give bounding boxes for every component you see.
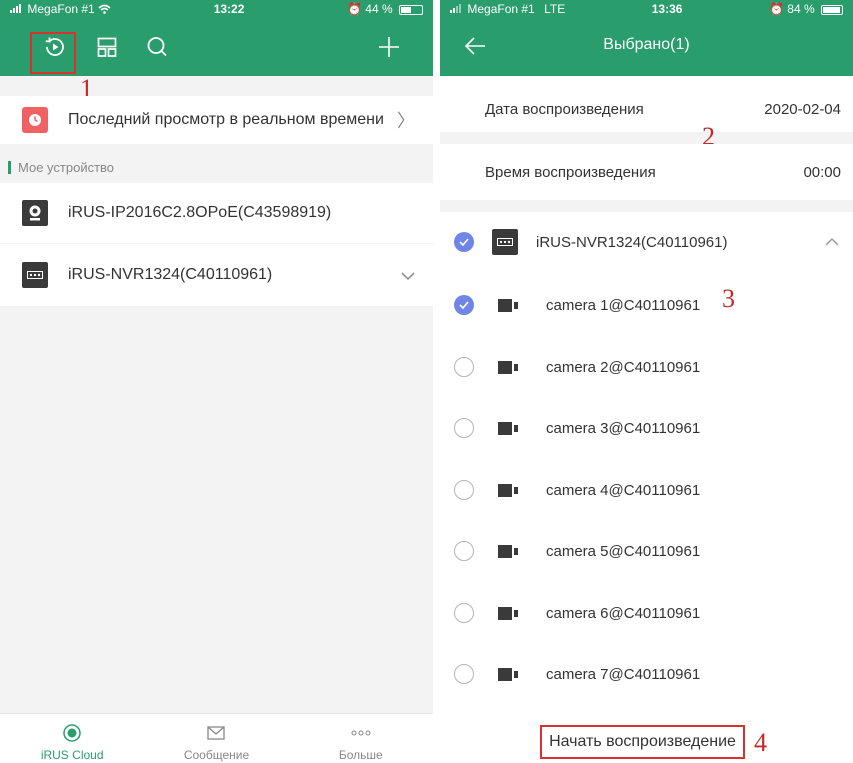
status-time: 13:22 [213,2,245,16]
battery-indicator: ⏰ 84 % [769,2,843,16]
right-header: MegaFon #1 LTE 13:36 ⏰ 84 % Выбрано(1) [440,0,853,76]
nvr-device-icon [22,262,48,288]
signal-icon [10,4,21,13]
carrier-label: MegaFon #1 [10,2,111,16]
right-status-bar: MegaFon #1 LTE 13:36 ⏰ 84 % [440,0,853,18]
start-playback-button[interactable]: Начать воспроизведение [540,725,745,759]
left-status-bar: MegaFon #1 13:22 ⏰ 44 % [0,0,433,18]
camera-row[interactable]: camera 6@C40110961 [440,584,853,642]
recent-live-view-row[interactable]: Последний просмотр в реальном времени 〉 [0,96,433,144]
more-icon [351,724,371,742]
status-time: 13:36 [651,2,683,16]
right-screen: MegaFon #1 LTE 13:36 ⏰ 84 % Выбрано(1) Д… [440,0,853,763]
tab-label: Сообщение [183,748,250,762]
camera-row[interactable]: camera 2@C40110961 [440,338,853,396]
playback-time-value: 00:00 [803,163,841,181]
device-name: iRUS-IP2016C2.8OPoE(C43598919) [68,204,332,221]
alarm-icon: ⏰ [347,2,362,16]
camera-row[interactable]: camera 1@C40110961 [440,276,853,334]
camera-name: camera 1@C40110961 [546,296,701,314]
divider [440,132,853,144]
divider [440,200,853,212]
annotation-3: 3 [722,284,735,313]
page-title: Выбрано(1) [603,36,690,53]
camera-checkbox[interactable] [454,603,474,623]
camera-checkbox[interactable] [454,418,474,438]
video-camera-icon [498,298,520,312]
nvr-group-row[interactable]: iRUS-NVR1324(C40110961) [440,212,853,272]
camera-name: camera 6@C40110961 [546,604,701,622]
camera-checkbox[interactable] [454,664,474,684]
left-screen: MegaFon #1 13:22 ⏰ 44 % 1 Последний прос… [0,0,433,763]
highlight-box-1 [30,32,76,74]
add-icon[interactable] [372,30,406,64]
playback-date-value: 2020-02-04 [764,100,841,118]
camera-row[interactable]: camera 4@C40110961 [440,461,853,519]
recent-live-view-label: Последний просмотр в реальном времени [68,111,384,128]
nvr-checkbox[interactable] [454,232,474,252]
camera-row[interactable]: camera 7@C40110961 [440,645,853,703]
alarm-icon: ⏰ [769,2,784,16]
camera-checkbox[interactable] [454,357,474,377]
camera-name: camera 5@C40110961 [546,542,701,560]
wifi-icon [98,4,111,14]
bottom-tab-bar: iRUS Cloud Сообщение Больше [0,713,433,763]
chevron-right-icon: 〉 [397,111,415,131]
camera-name: camera 2@C40110961 [546,358,701,376]
nvr-name: iRUS-NVR1324(C40110961) [536,233,728,251]
carrier-label: MegaFon #1 LTE [450,2,565,16]
cloud-icon [63,724,81,742]
my-devices-header: Мое устройство [0,152,433,182]
camera-device-icon [22,200,48,226]
search-icon[interactable] [140,30,174,64]
battery-indicator: ⏰ 44 % [347,2,423,16]
playback-date-row[interactable]: Дата воспроизведения 2020-02-04 [440,86,853,132]
camera-checkbox[interactable] [454,541,474,561]
video-camera-icon [498,421,520,435]
camera-name: camera 4@C40110961 [546,481,701,499]
tab-irus-cloud[interactable]: iRUS Cloud [0,714,144,763]
tab-label: Больше [338,748,383,762]
camera-row[interactable]: camera 5@C40110961 [440,522,853,580]
video-camera-icon [498,483,520,497]
chevron-down-icon[interactable] [401,265,415,286]
video-camera-icon [498,606,520,620]
video-camera-icon [498,360,520,374]
camera-name: camera 7@C40110961 [546,665,701,683]
video-camera-icon [498,544,520,558]
right-navbar: Выбрано(1) [440,18,853,76]
clock-icon [22,107,48,133]
battery-icon [821,4,843,15]
signal-icon [450,4,461,13]
camera-row[interactable]: camera 3@C40110961 [440,399,853,457]
tab-label: iRUS Cloud [40,748,104,762]
battery-icon [399,4,423,15]
device-name: iRUS-NVR1324(C40110961) [68,266,273,283]
envelope-icon [207,724,226,742]
annotation-4: 4 [754,728,767,757]
playback-time-label: Время воспроизведения [485,163,656,181]
camera-name: camera 3@C40110961 [546,419,701,437]
layout-icon[interactable] [90,30,124,64]
chevron-up-icon[interactable] [825,233,839,251]
playback-time-row[interactable]: Время воспроизведения 00:00 [440,144,853,200]
device-row-nvr[interactable]: iRUS-NVR1324(C40110961) [0,244,433,306]
tab-messages[interactable]: Сообщение [144,714,288,763]
camera-checkbox[interactable] [454,480,474,500]
device-row-ipc[interactable]: iRUS-IP2016C2.8OPoE(C43598919) [0,183,433,243]
video-camera-icon [498,667,520,681]
nvr-device-icon [492,229,518,255]
camera-checkbox[interactable] [454,295,474,315]
tab-more[interactable]: Больше [289,714,433,763]
playback-date-label: Дата воспроизведения [485,100,644,118]
